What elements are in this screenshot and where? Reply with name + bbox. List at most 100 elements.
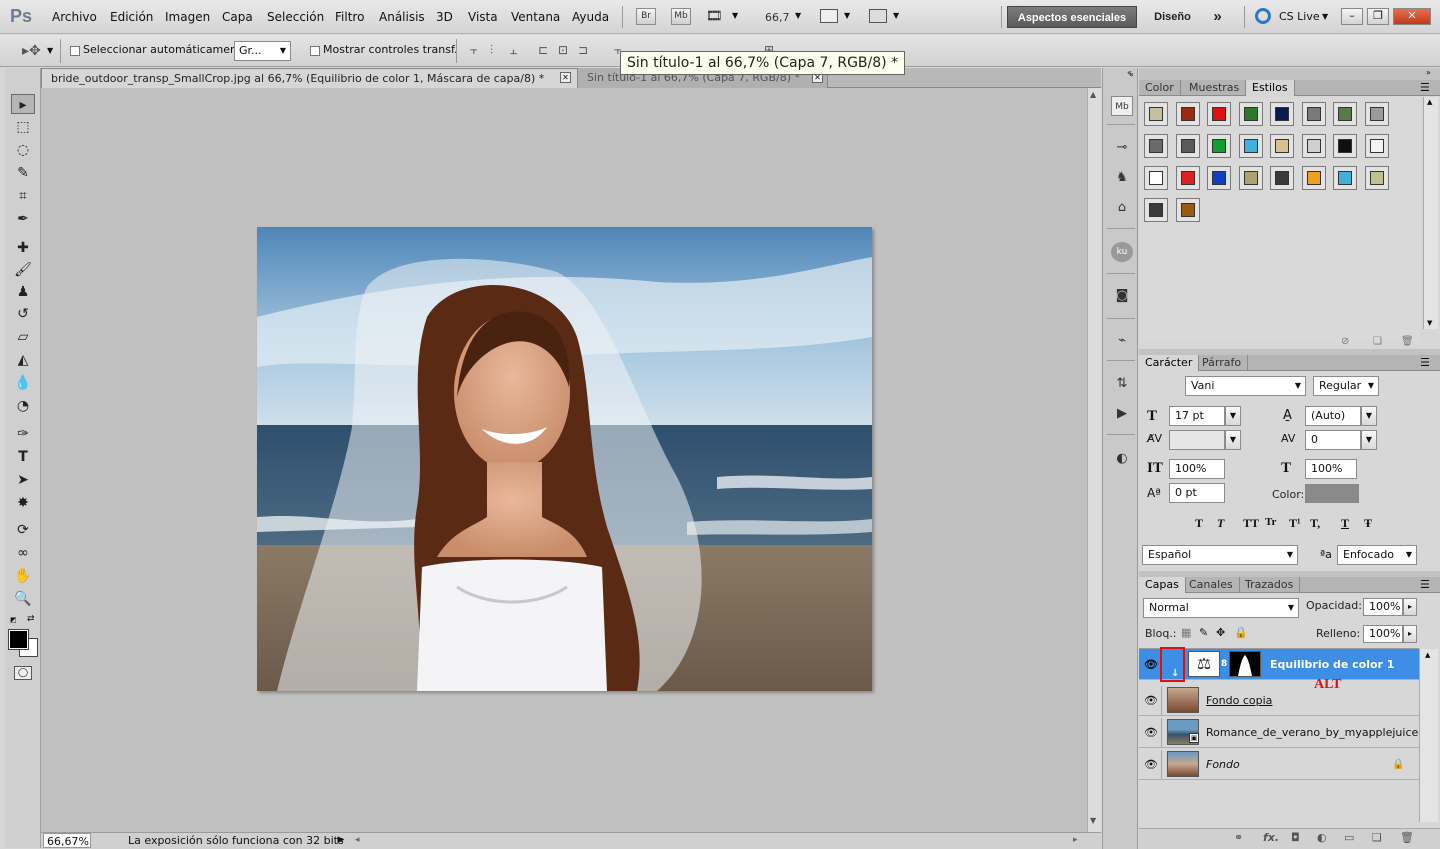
- faux-italic-button[interactable]: T: [1217, 516, 1224, 531]
- menu-filtro[interactable]: Filtro: [335, 10, 364, 24]
- font-size-input[interactable]: 17 pt: [1169, 406, 1225, 426]
- eye-icon[interactable]: 👁: [1143, 749, 1159, 780]
- text-color-swatch[interactable]: [1305, 484, 1359, 503]
- align-vcenter-icon[interactable]: ⫶: [490, 43, 493, 58]
- shape-tool-icon[interactable]: ✸: [11, 493, 35, 513]
- vertical-scale-input[interactable]: 100%: [1169, 459, 1225, 479]
- style-swatch[interactable]: [1270, 102, 1294, 126]
- close-window-button[interactable]: ✕: [1393, 8, 1431, 25]
- minibridge-button[interactable]: Mb: [671, 8, 691, 25]
- antialias-select[interactable]: Enfocado ▼: [1337, 545, 1417, 565]
- animation-icon[interactable]: ▶: [1111, 404, 1133, 424]
- lock-pixels-icon[interactable]: ✎: [1199, 626, 1208, 639]
- tracking-dropdown[interactable]: ▼: [1361, 430, 1377, 450]
- status-menu-arrow-icon[interactable]: ▶: [335, 833, 347, 848]
- style-swatch[interactable]: [1144, 102, 1168, 126]
- quick-mask-icon[interactable]: ◯: [14, 666, 32, 680]
- chevron-down-icon[interactable]: ▼: [795, 11, 801, 20]
- lock-all-icon[interactable]: 🔒: [1234, 626, 1248, 639]
- tab-channels[interactable]: Canales: [1183, 577, 1240, 593]
- style-swatch[interactable]: [1238, 134, 1263, 158]
- eraser-tool-icon[interactable]: ▱: [11, 327, 35, 347]
- fill-input[interactable]: 100%: [1363, 625, 1403, 643]
- eyedropper-tool-icon[interactable]: ✒: [11, 209, 35, 229]
- lasso-tool-icon[interactable]: ◌: [11, 140, 35, 160]
- quick-select-tool-icon[interactable]: ✎: [11, 163, 35, 183]
- auto-select-checkbox[interactable]: [70, 46, 80, 56]
- path-select-tool-icon[interactable]: ➤: [11, 470, 35, 490]
- paint-bucket-tool-icon[interactable]: ◭: [11, 350, 35, 370]
- canvas-vertical-scrollbar[interactable]: ▲ ▼: [1087, 88, 1101, 832]
- blur-tool-icon[interactable]: 💧: [11, 373, 35, 393]
- menu-3d[interactable]: 3D: [436, 10, 453, 24]
- opacity-input[interactable]: 100%: [1363, 598, 1403, 616]
- layers-scrollbar[interactable]: ▲: [1419, 649, 1438, 822]
- hand-tool-icon[interactable]: ✋: [11, 566, 35, 586]
- scroll-up-icon[interactable]: ▲: [1425, 651, 1430, 659]
- clone-stamp-tool-icon[interactable]: ♟: [11, 282, 35, 302]
- align-top-icon[interactable]: ⫟: [470, 43, 477, 58]
- status-zoom[interactable]: 66,67%: [43, 833, 91, 848]
- fx-icon[interactable]: fx.: [1263, 831, 1279, 844]
- tab-paragraph[interactable]: Párrafo: [1196, 355, 1249, 371]
- clone-source-icon[interactable]: ♞: [1111, 168, 1133, 188]
- scroll-down-icon[interactable]: ▼: [1427, 319, 1432, 327]
- tool-presets-icon[interactable]: ⌂: [1111, 198, 1133, 218]
- menu-edicion[interactable]: Edición: [110, 10, 153, 24]
- style-swatch[interactable]: [1175, 166, 1200, 190]
- layer-row-fondo[interactable]: 👁 Fondo 🔒: [1139, 749, 1419, 780]
- show-transform-checkbox[interactable]: [310, 46, 320, 56]
- style-swatch[interactable]: [1270, 134, 1294, 158]
- style-swatch[interactable]: [1175, 134, 1200, 158]
- move-tool-icon[interactable]: ▸✥: [22, 43, 41, 59]
- add-mask-icon[interactable]: ◘: [1291, 831, 1300, 844]
- history-icon[interactable]: ⌁: [1111, 331, 1133, 351]
- layer-row-romance[interactable]: 👁 ▣ Romance_de_verano_by_myapplejuice: [1139, 717, 1419, 748]
- font-size-dropdown[interactable]: ▼: [1225, 406, 1241, 426]
- chevron-down-icon[interactable]: ▼: [893, 11, 899, 20]
- style-swatch[interactable]: [1301, 102, 1326, 126]
- layer-name[interactable]: Romance_de_verano_by_myapplejuice: [1206, 717, 1418, 748]
- lock-transparency-icon[interactable]: ▦: [1181, 626, 1191, 639]
- language-select[interactable]: Español ▼: [1142, 545, 1298, 565]
- blend-mode-select[interactable]: Normal ▼: [1143, 598, 1299, 618]
- tab-color[interactable]: Color: [1139, 80, 1181, 96]
- workspace-design[interactable]: Diseño: [1145, 6, 1200, 28]
- auto-select-dropdown[interactable]: Gr... ▼: [234, 41, 291, 61]
- strikethrough-button[interactable]: Ŧ: [1364, 516, 1372, 531]
- layer-name[interactable]: Equilibrio de color 1: [1270, 649, 1394, 680]
- scroll-up-icon[interactable]: ▲: [1427, 98, 1432, 106]
- menu-ayuda[interactable]: Ayuda: [572, 10, 609, 24]
- move-tool-icon[interactable]: ▸: [11, 94, 35, 114]
- layer-row-color-balance[interactable]: 👁 ↓ ⚖ 8 Equilibrio de color 1: [1139, 647, 1419, 682]
- align-bottom-icon[interactable]: ⫠: [510, 43, 517, 58]
- style-swatch[interactable]: [1207, 102, 1231, 126]
- leading-dropdown[interactable]: ▼: [1361, 406, 1377, 426]
- all-caps-button[interactable]: TT: [1243, 516, 1259, 531]
- tab-bride-outdoor[interactable]: bride_outdoor_transp_SmallCrop.jpg al 66…: [41, 68, 578, 88]
- style-swatch[interactable]: [1301, 134, 1326, 158]
- cs-live-icon[interactable]: [1255, 8, 1271, 24]
- menu-capa[interactable]: Capa: [222, 10, 253, 24]
- close-icon[interactable]: ✕: [560, 72, 571, 83]
- trash-icon[interactable]: 🗑: [1400, 831, 1414, 844]
- menu-ventana[interactable]: Ventana: [511, 10, 560, 24]
- 3d-orbit-tool-icon[interactable]: ∞: [11, 543, 35, 563]
- style-swatch[interactable]: [1364, 134, 1389, 158]
- font-style-select[interactable]: Regular ▼: [1313, 376, 1379, 396]
- screen-mode-icon[interactable]: [869, 9, 887, 23]
- healing-brush-tool-icon[interactable]: ✚: [11, 238, 35, 258]
- style-swatch[interactable]: [1144, 166, 1168, 190]
- align-hcenter-icon[interactable]: ⊡: [558, 43, 568, 57]
- pen-tool-icon[interactable]: ✑: [11, 424, 35, 444]
- tab-paths[interactable]: Trazados: [1239, 577, 1301, 593]
- menu-seleccion[interactable]: Selección: [267, 10, 324, 24]
- style-swatch[interactable]: [1207, 166, 1231, 190]
- style-swatch[interactable]: [1175, 198, 1200, 222]
- tracking-input[interactable]: 0: [1305, 430, 1361, 450]
- clear-style-icon[interactable]: ⊘: [1341, 336, 1349, 347]
- brush-presets-icon[interactable]: ⊸: [1111, 138, 1133, 158]
- trash-icon[interactable]: 🗑: [1401, 336, 1414, 347]
- scroll-up-icon[interactable]: ▲: [1090, 90, 1096, 99]
- layer-name[interactable]: Fondo copia: [1206, 685, 1272, 716]
